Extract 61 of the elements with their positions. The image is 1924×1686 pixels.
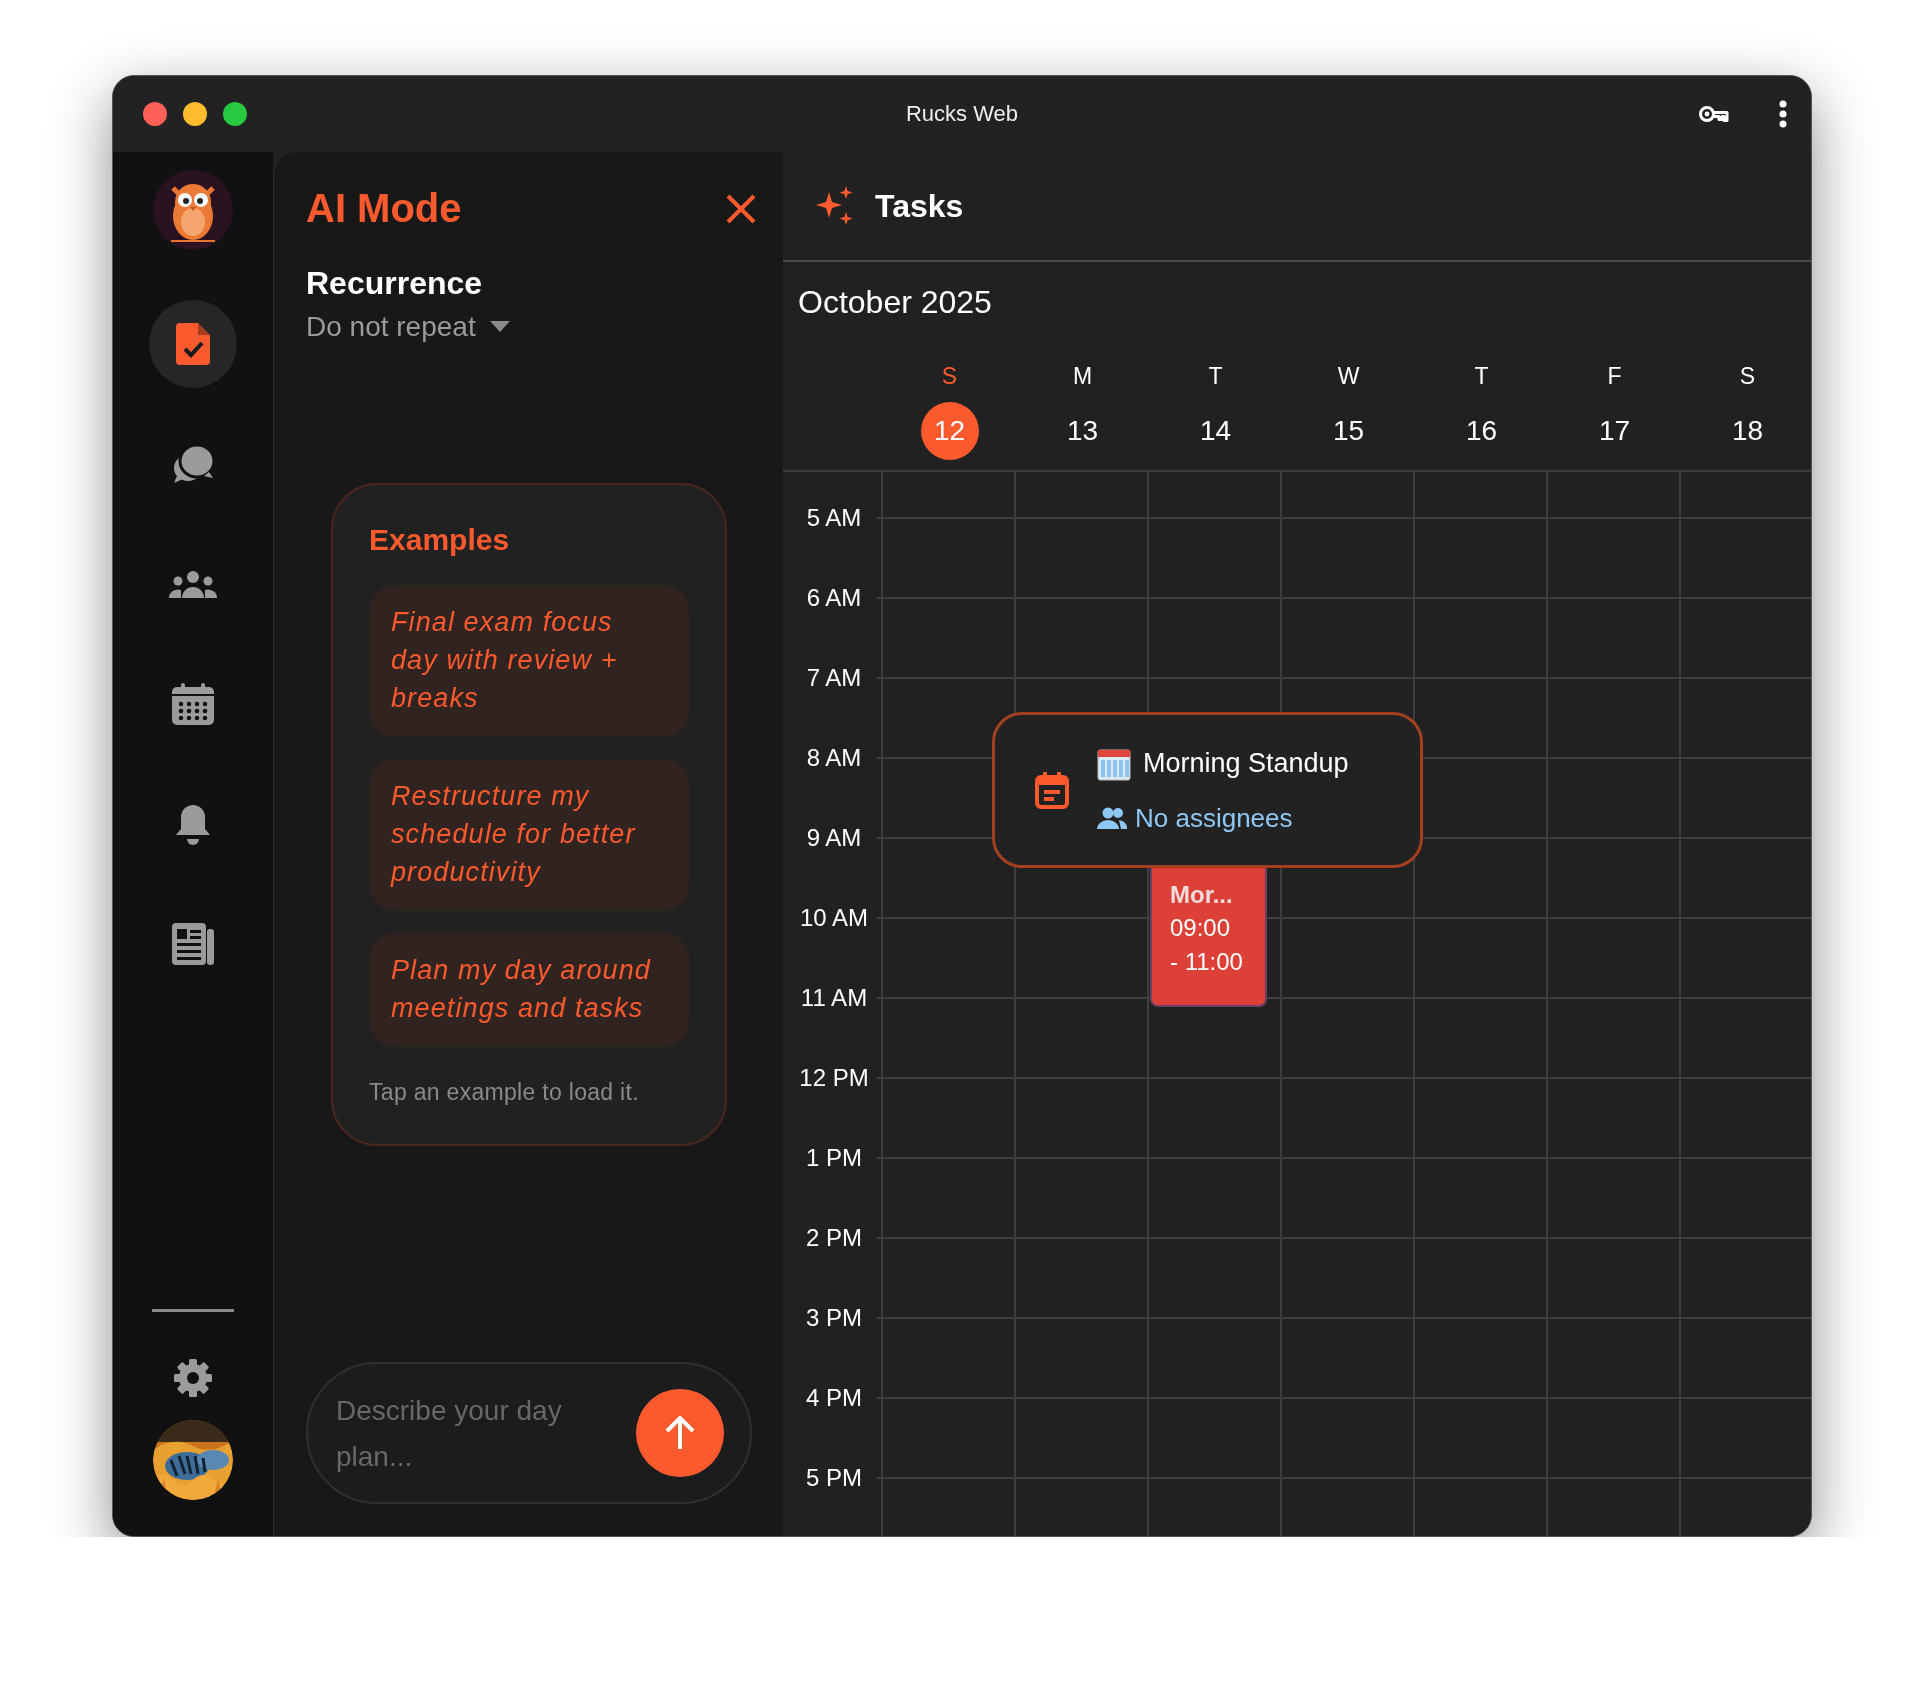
weekday-label: F xyxy=(1607,363,1622,390)
hour-label: 2 PM xyxy=(805,1226,863,1250)
date-number[interactable]: 18 xyxy=(1718,402,1777,460)
calendar-icon xyxy=(172,683,214,725)
key-icon[interactable] xyxy=(1699,105,1729,123)
people-icon xyxy=(1097,807,1127,829)
task-document-icon xyxy=(176,323,210,365)
calendar-icon xyxy=(1035,771,1069,809)
arrow-up-icon xyxy=(664,1415,696,1451)
hour-label: 8 AM xyxy=(805,746,863,770)
card-title: Examples xyxy=(369,523,511,557)
minimize-window-button[interactable] xyxy=(183,102,207,126)
calendar-icon xyxy=(1097,746,1131,781)
hour-label: 11 AM xyxy=(799,986,869,1010)
event-time: 09:00 - 11:00 xyxy=(1170,913,1244,977)
popup-title: Morning Standup xyxy=(1143,748,1349,779)
example-prompt[interactable]: Plan my day around meetings and tasks xyxy=(369,933,689,1047)
weekday-label: T xyxy=(1474,363,1489,390)
recurrence-dropdown[interactable]: Do not repeat xyxy=(306,311,510,343)
chat-icon xyxy=(171,444,215,484)
newspaper-icon xyxy=(172,923,214,965)
hour-label: 12 PM xyxy=(798,1066,870,1090)
hour-label: 4 PM xyxy=(805,1386,863,1410)
panel-title: AI Mode xyxy=(306,186,462,231)
people-icon xyxy=(169,570,217,598)
hour-label: 5 PM xyxy=(805,1466,863,1490)
hour-label: 1 PM xyxy=(805,1146,863,1170)
hour-label: 6 AM xyxy=(805,586,863,610)
date-number[interactable]: 14 xyxy=(1186,402,1245,460)
prompt-input-field[interactable]: Describe your day plan... xyxy=(306,1362,752,1504)
hint-text: Tap an example to load it. xyxy=(369,1079,640,1106)
assignees-text: No assignees xyxy=(1135,802,1293,834)
date-number[interactable]: 17 xyxy=(1585,402,1644,460)
window-title: Rucks Web xyxy=(905,101,1019,126)
sparkle-icon xyxy=(815,186,855,226)
weekday-label: W xyxy=(1337,363,1360,390)
close-icon[interactable] xyxy=(725,192,757,225)
view-title: Tasks xyxy=(875,187,964,225)
weekday-label: M xyxy=(1072,363,1093,390)
example-prompt[interactable]: Restructure my schedule for better productivity xyxy=(369,759,689,911)
bell-icon xyxy=(174,803,212,845)
settings-icon[interactable] xyxy=(173,1358,213,1398)
weekday-label: S xyxy=(1739,363,1756,390)
example-prompt[interactable]: Final exam focus day with review + breaks xyxy=(369,585,689,737)
maximize-window-button[interactable] xyxy=(223,102,247,126)
weekday-label: T xyxy=(1208,363,1223,390)
date-number[interactable]: 15 xyxy=(1319,402,1378,460)
hour-label: 3 PM xyxy=(805,1306,863,1330)
weekday-label: S xyxy=(941,363,958,390)
hour-label: 9 AM xyxy=(805,826,863,850)
hour-label: 7 AM xyxy=(805,666,863,690)
hour-label: 5 AM xyxy=(805,506,863,530)
event-title: Mor... xyxy=(1170,881,1234,909)
date-number[interactable]: 13 xyxy=(1053,402,1112,460)
section-label: Recurrence xyxy=(306,265,484,302)
hour-label: 10 AM xyxy=(798,906,869,930)
caret-icon xyxy=(489,321,510,333)
month-title: October 2025 xyxy=(798,284,993,321)
more-menu-icon[interactable] xyxy=(1779,100,1787,128)
close-window-button[interactable] xyxy=(143,102,167,126)
date-number[interactable]: 16 xyxy=(1452,402,1511,460)
